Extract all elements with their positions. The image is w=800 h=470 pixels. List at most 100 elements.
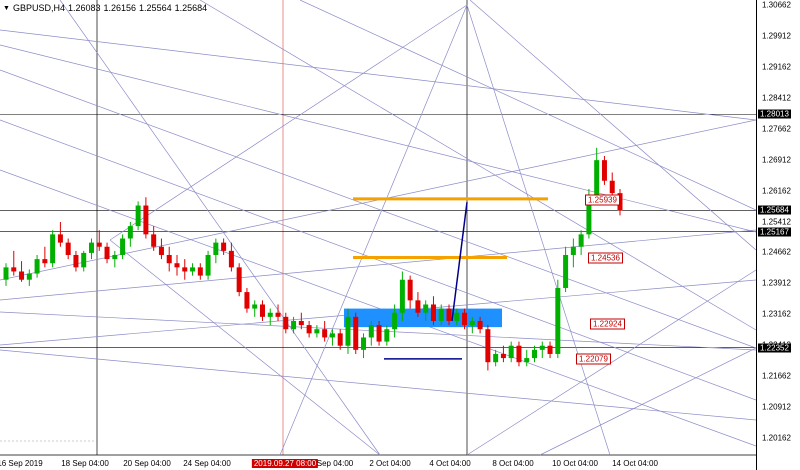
candle-body (539, 345, 545, 350)
time-label: 2 Oct 04:00 (369, 459, 411, 468)
grid-lines (0, 0, 756, 456)
time-label: 16 Sep 2019 (0, 459, 43, 468)
drawing-objects[interactable] (344, 197, 548, 360)
candle-body (493, 353, 499, 363)
candle-body (446, 308, 452, 321)
candle-body (570, 246, 576, 255)
candle-body (135, 205, 141, 227)
candle-body (462, 312, 468, 326)
candle-body (516, 345, 522, 363)
gann-line-11 (109, 4, 468, 241)
price-label: 1.30662 (762, 0, 791, 10)
price-label: 1.20162 (762, 433, 791, 443)
candle-body (508, 345, 514, 359)
price-label: 1.25412 (762, 217, 791, 226)
chart-canvas[interactable] (0, 0, 756, 470)
candle-body (298, 320, 304, 326)
price-tag: 1.28013 (758, 109, 791, 119)
candle-body (407, 279, 413, 301)
candle-body (485, 329, 491, 363)
price-label: 1.26162 (762, 186, 791, 196)
gann-line-18 (299, 0, 756, 211)
candle-body (96, 242, 102, 247)
candle-body (151, 234, 157, 247)
time-label: 4 Oct 04:00 (429, 459, 471, 468)
level-label: 1.22924 (590, 318, 625, 330)
candle-body (26, 273, 32, 280)
level-label: 1.25939 (585, 194, 620, 206)
candle-body (65, 242, 71, 255)
candle-body (345, 316, 351, 346)
price-tag: 1.22352 (758, 343, 791, 353)
time-label: 14 Oct 04:00 (612, 459, 658, 468)
candle-body (384, 329, 390, 342)
candle-body (166, 254, 172, 264)
price-label: 1.21662 (762, 371, 791, 381)
candle-body (578, 234, 584, 247)
candle-body (104, 246, 110, 260)
candle-body (267, 312, 273, 317)
candle-body (477, 320, 483, 330)
open-value: 1.26083 (67, 3, 101, 13)
candle-body (182, 267, 188, 272)
candle-body (34, 259, 40, 274)
candle-body (221, 242, 227, 251)
price-label: 1.27662 (762, 124, 791, 134)
candle-body (415, 300, 421, 313)
candle-body (524, 358, 530, 363)
candle-body (174, 263, 180, 268)
candle-body (11, 267, 17, 272)
candle-body (555, 287, 561, 354)
candle-body (454, 312, 460, 321)
candle-body (81, 252, 87, 268)
candle-body (329, 333, 335, 338)
price-label: 1.26912 (762, 155, 791, 165)
level-label: 1.24536 (588, 252, 623, 264)
candle-body (3, 267, 9, 280)
candle-body (252, 304, 258, 309)
candle-body (158, 246, 164, 255)
price-label: 1.28412 (762, 93, 791, 103)
candle-body (88, 242, 94, 253)
candle-body (259, 304, 265, 317)
candle-body (197, 267, 203, 276)
gann-line-4 (0, 169, 756, 447)
gann-line-16 (539, 347, 756, 456)
candle-body (423, 304, 429, 313)
gann-fan-lines[interactable] (0, 0, 756, 456)
candle-body (399, 279, 405, 313)
candle-body (353, 316, 359, 350)
gann-line-19 (199, 0, 756, 331)
candle-body (368, 325, 374, 338)
price-label: 1.23162 (762, 309, 791, 319)
candle-body (50, 234, 56, 264)
candle-body (275, 312, 281, 317)
candle-body (127, 226, 133, 239)
candle-body (205, 254, 211, 276)
time-label: 2019.09.27 08:00 (251, 459, 319, 468)
price-label: 1.29912 (762, 31, 791, 41)
candle-body (190, 267, 196, 272)
gann-line-9 (0, 349, 756, 421)
low-value: 1.25564 (139, 3, 172, 13)
gann-line-1 (0, 44, 756, 233)
gann-line-15 (466, 269, 756, 456)
chart-header: ▼ GBPUSD,H4 1.26083 1.26156 1.25564 1.25… (3, 3, 207, 13)
level-label: 1.22079 (576, 353, 611, 365)
dropdown-triangle-icon[interactable]: ▼ (3, 5, 10, 12)
price-label: 1.24662 (762, 247, 791, 257)
candle-body (283, 316, 289, 330)
candle-body (376, 325, 382, 342)
candle-body (337, 333, 343, 346)
candle-body (469, 320, 475, 326)
candle-body (322, 329, 328, 338)
gann-line-17 (469, 0, 756, 251)
candle-body (547, 345, 553, 354)
time-label: 24 Sep 04:00 (183, 459, 231, 468)
candle-body (430, 304, 436, 321)
time-label: 20 Sep 04:00 (123, 459, 171, 468)
candle-body (57, 234, 63, 243)
candle-body (532, 349, 538, 359)
time-label: 10 Oct 04:00 (552, 459, 598, 468)
navy-trend-line (451, 202, 468, 322)
